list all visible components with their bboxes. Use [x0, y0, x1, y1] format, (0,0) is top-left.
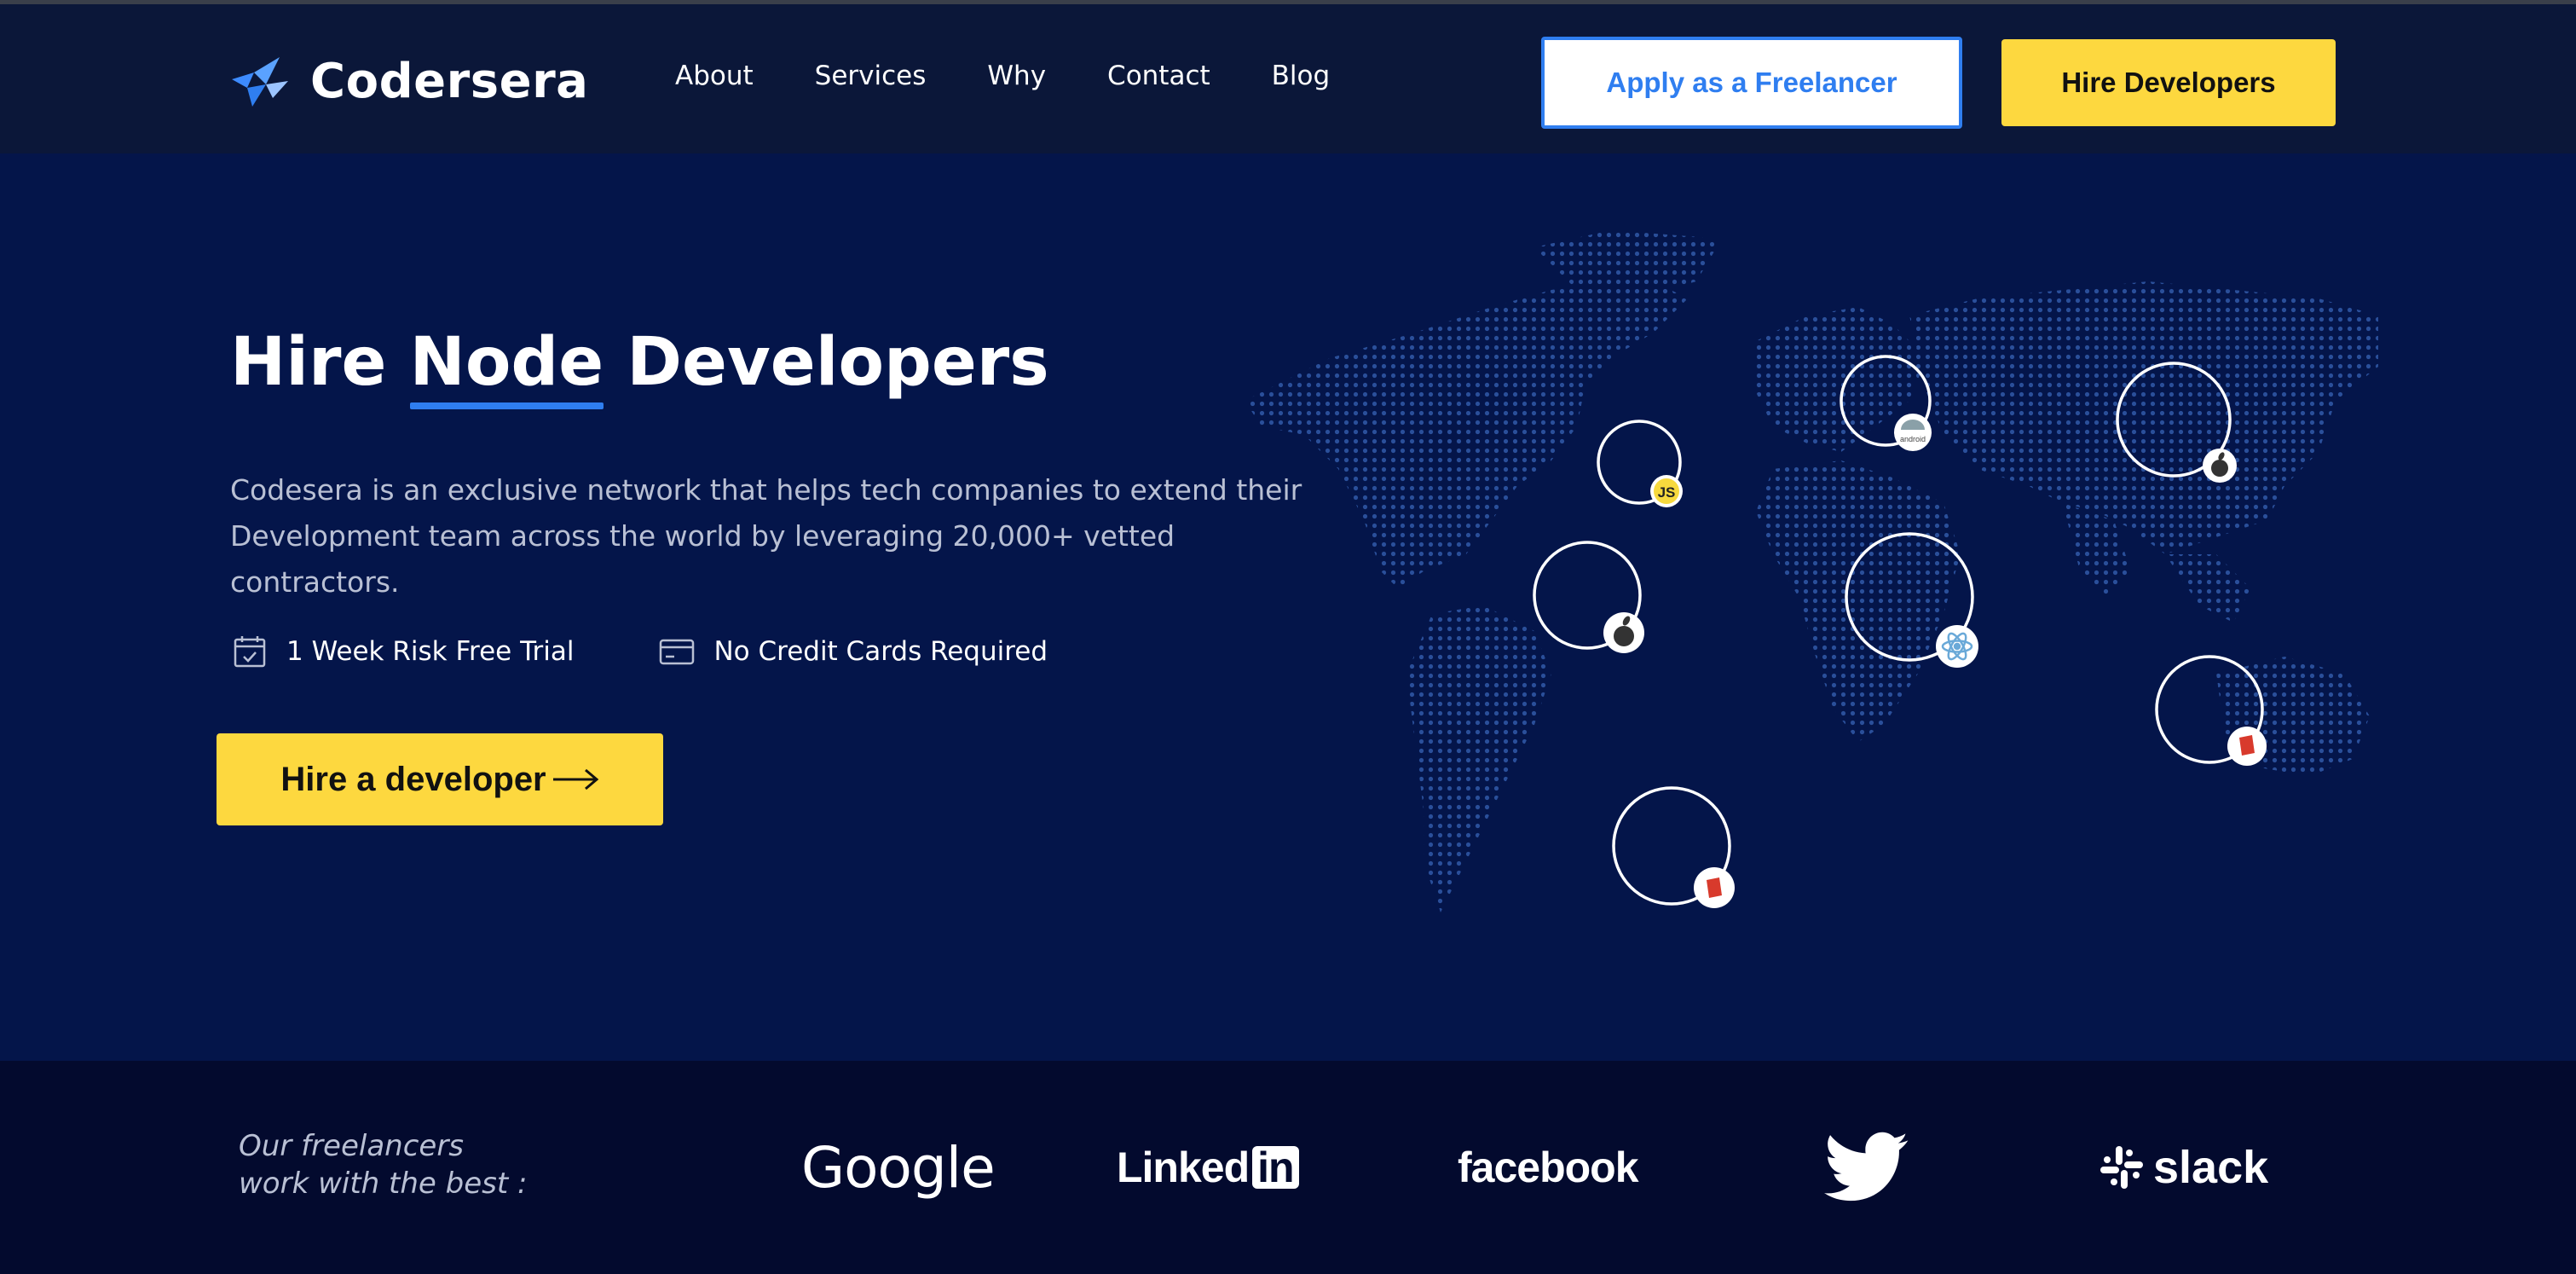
nav-about[interactable]: About	[675, 61, 754, 91]
feature-no-card-label: No Credit Cards Required	[713, 636, 1048, 667]
nav-contact[interactable]: Contact	[1107, 61, 1210, 91]
hire-developers-button[interactable]: Hire Developers	[2001, 39, 2336, 126]
apply-freelancer-button[interactable]: Apply as a Freelancer	[1541, 37, 1962, 129]
google-logo: Google	[801, 1134, 996, 1201]
linkedin-in-badge: in	[1252, 1146, 1299, 1189]
hire-a-developer-button[interactable]: Hire a developer	[217, 733, 663, 825]
feature-list: 1 Week Risk Free Trial No Credit Cards R…	[232, 634, 1133, 669]
credit-card-icon	[660, 639, 695, 665]
map-marker-flag-southamerica	[1612, 786, 1735, 908]
slack-logo: slack	[2099, 1129, 2268, 1206]
map-marker-js: JS	[1597, 420, 1683, 507]
main-nav: About Services Why Contact Blog	[675, 61, 1330, 91]
facebook-logo: facebook	[1458, 1144, 1639, 1191]
partners-label: Our freelancers work with the best :	[239, 1127, 527, 1202]
page-title: Hire Node Developers	[230, 324, 1049, 409]
brand-name: Codersera	[310, 53, 589, 109]
cta-label: Hire a developer	[280, 760, 546, 798]
slack-icon	[2100, 1146, 2143, 1189]
map-dots	[1245, 230, 2378, 912]
nav-why[interactable]: Why	[987, 61, 1046, 91]
nav-services[interactable]: Services	[815, 61, 927, 91]
arrow-right-icon	[552, 768, 598, 790]
title-suffix: Developers	[604, 324, 1049, 401]
twitter-logo	[1824, 1129, 1909, 1206]
world-map: JS android	[1245, 230, 2378, 912]
flag-icon	[1707, 877, 1722, 898]
partners-label-line1: Our freelancers	[239, 1129, 465, 1163]
twitter-icon	[1824, 1132, 1909, 1202]
js-badge-text: JS	[1658, 484, 1676, 501]
title-prefix: Hire	[230, 324, 410, 401]
slack-logo-text: slack	[2153, 1142, 2269, 1193]
calendar-check-icon	[234, 636, 266, 668]
flag-icon	[2239, 735, 2255, 756]
feature-trial: 1 Week Risk Free Trial	[232, 634, 574, 669]
nav-blog[interactable]: Blog	[1272, 61, 1331, 91]
codersera-logo-icon	[232, 57, 288, 107]
hero-description: Codesera is an exclusive network that he…	[230, 473, 1302, 599]
linkedin-logo-text: Linked	[1117, 1144, 1250, 1191]
site-header: Codersera About Services Why Contact Blo…	[0, 4, 2576, 153]
hero-section: Hire Node Developers Codesera is an excl…	[0, 153, 2576, 1061]
feature-trial-label: 1 Week Risk Free Trial	[286, 636, 575, 667]
title-highlight: Node	[409, 324, 604, 409]
partners-strip: Our freelancers work with the best : Goo…	[0, 1061, 2576, 1274]
feature-no-card: No Credit Cards Required	[659, 634, 1048, 669]
android-badge-text: android	[1900, 435, 1926, 443]
brand-logo[interactable]: Codersera	[228, 49, 588, 113]
map-marker-apple-america	[1533, 541, 1644, 653]
partners-label-line2: work with the best :	[239, 1167, 528, 1201]
linkedin-logo: Linked in	[1117, 1129, 1299, 1206]
